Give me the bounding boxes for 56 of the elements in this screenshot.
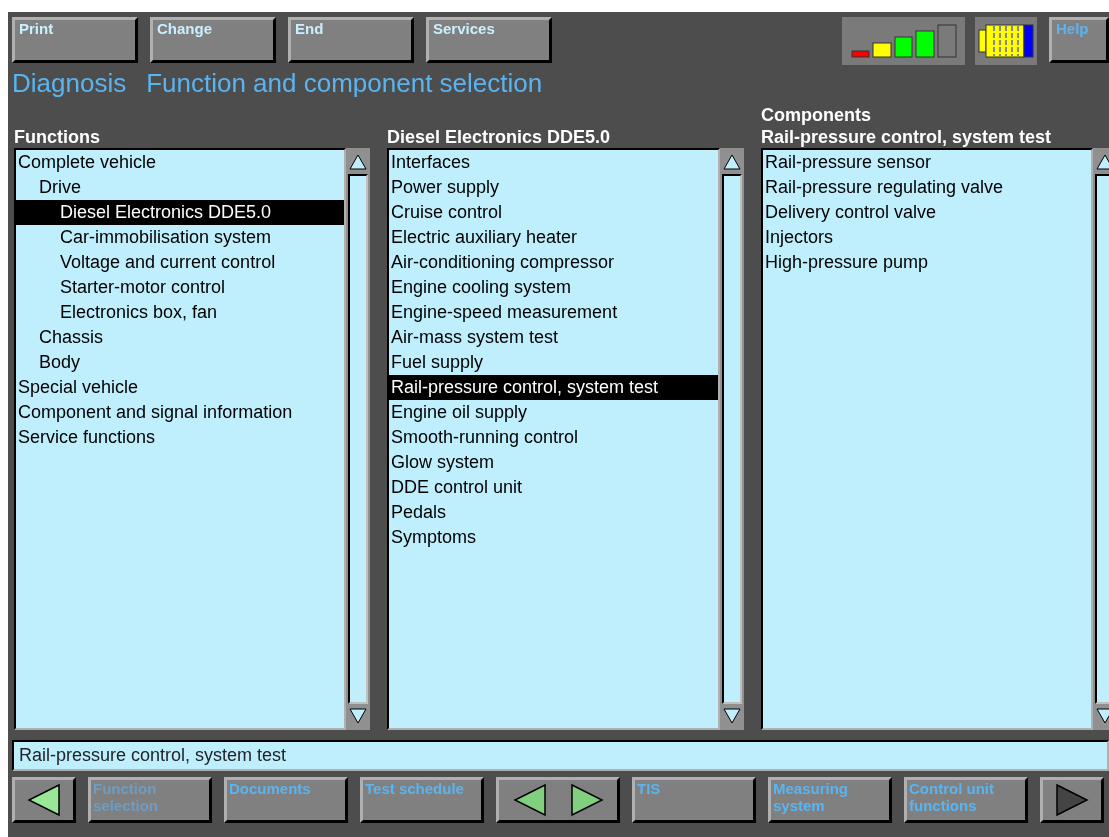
list-item[interactable]: Power supply <box>389 175 718 200</box>
battery-icon <box>978 24 1034 58</box>
left-arrow-icon <box>27 783 61 817</box>
area-title: Diagnosis <box>11 68 127 98</box>
list-item[interactable]: Rail-pressure sensor <box>763 150 1091 175</box>
list-item[interactable]: Cruise control <box>389 200 718 225</box>
list-item[interactable]: DDE control unit <box>389 475 718 500</box>
list-item[interactable]: Starter-motor control <box>16 275 344 300</box>
list-item[interactable]: Glow system <box>389 450 718 475</box>
list-item[interactable]: Chassis <box>16 325 344 350</box>
back-button[interactable] <box>12 777 76 823</box>
list-item[interactable]: Engine-speed measurement <box>389 300 718 325</box>
list-item[interactable]: Smooth-running control <box>389 425 718 450</box>
status-field: Rail-pressure control, system test <box>12 740 1109 771</box>
panel-title: Components <box>761 104 872 126</box>
list-item[interactable]: Service functions <box>16 425 344 450</box>
list-item[interactable]: Special vehicle <box>16 375 344 400</box>
list-item[interactable]: Rail-pressure regulating valve <box>763 175 1091 200</box>
list-item[interactable]: Fuel supply <box>389 350 718 375</box>
list-item[interactable]: Car-immobilisation system <box>16 225 344 250</box>
scroll-up-button[interactable] <box>348 150 368 174</box>
signal-strength-icon <box>850 23 957 59</box>
list-item[interactable]: Electronics box, fan <box>16 300 344 325</box>
scroll-down-button[interactable] <box>722 704 742 728</box>
list-item[interactable]: Injectors <box>763 225 1091 250</box>
list-item[interactable]: High-pressure pump <box>763 250 1091 275</box>
list-item[interactable]: Engine cooling system <box>389 275 718 300</box>
scroll-up-button[interactable] <box>1095 150 1109 174</box>
screen-title: Function and component selection <box>145 68 543 98</box>
scrollbar[interactable] <box>720 148 744 730</box>
scroll-down-button[interactable] <box>348 704 368 728</box>
list-heading: Rail-pressure control, system test <box>761 126 1053 148</box>
list-item[interactable]: Voltage and current control <box>16 250 344 275</box>
list-item[interactable]: Drive <box>16 175 344 200</box>
list-item[interactable]: Component and signal information <box>16 400 344 425</box>
list-heading: Functions <box>14 126 101 148</box>
list-item[interactable]: Electric auxiliary heater <box>389 225 718 250</box>
list-item[interactable]: Rail-pressure control, system test <box>389 375 718 400</box>
left-arrow-icon <box>512 783 547 817</box>
list-item[interactable]: Body <box>16 350 344 375</box>
scrollbar[interactable] <box>346 148 370 730</box>
right-arrow-icon <box>1055 783 1089 817</box>
list-item[interactable]: Air-conditioning compressor <box>389 250 718 275</box>
list-item[interactable]: Pedals <box>389 500 718 525</box>
list-heading: Diesel Electronics DDE5.0 <box>387 126 612 148</box>
list-item[interactable]: Symptoms <box>389 525 718 550</box>
right-arrow-icon <box>569 783 604 817</box>
list-item[interactable]: Complete vehicle <box>16 150 344 175</box>
list-item[interactable]: Diesel Electronics DDE5.0 <box>16 200 344 225</box>
list-item[interactable]: Air-mass system test <box>389 325 718 350</box>
list-item[interactable]: Engine oil supply <box>389 400 718 425</box>
list-item[interactable]: Delivery control valve <box>763 200 1091 225</box>
scroll-up-button[interactable] <box>722 150 742 174</box>
scroll-down-button[interactable] <box>1095 704 1109 728</box>
list-item[interactable]: Interfaces <box>389 150 718 175</box>
page-arrows-button[interactable] <box>496 777 620 823</box>
